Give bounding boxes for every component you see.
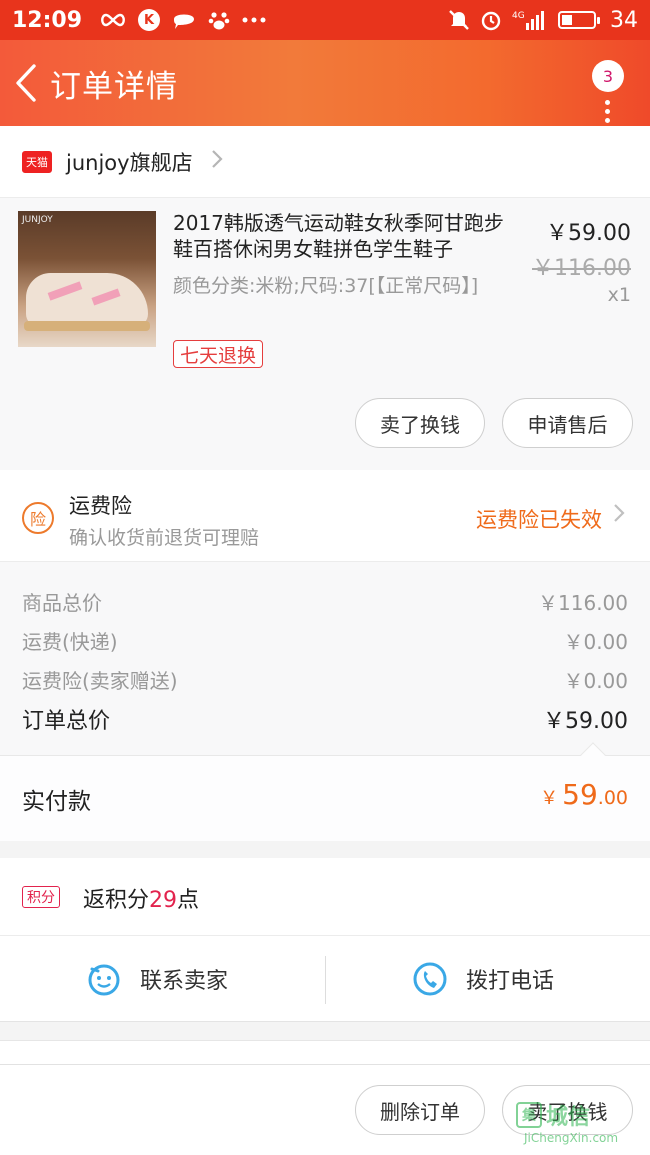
product-title: 2017韩版透气运动鞋女秋季阿甘跑步鞋百搭休闲男女鞋拼色学生鞋子 <box>173 211 504 261</box>
amount-paid-row: 实付款 ￥ 59 .00 <box>0 742 650 841</box>
alarm-clock-icon <box>480 9 502 31</box>
cost-row: 运费险(卖家赠送) ￥0.00 <box>22 665 628 694</box>
insurance-description: 确认收货前退货可理赔 <box>69 527 260 549</box>
paw-icon <box>208 9 230 31</box>
tmall-icon: 天猫 <box>22 150 52 173</box>
k-app-icon: K <box>138 9 161 31</box>
bottom-action-bar: 删除订单 卖了换钱 集城信 JiChengXin.com <box>0 1064 650 1155</box>
divider <box>325 956 326 1004</box>
contact-seller-label: 联系卖家 <box>140 969 229 994</box>
battery-icon <box>558 11 600 29</box>
vertical-dots-icon <box>605 100 611 127</box>
return-policy-tag: 七天退换 <box>173 340 264 368</box>
product-image-brand: JUNJOY <box>22 215 53 225</box>
signal-icon: 4G <box>512 9 548 31</box>
insurance-title: 运费险 <box>69 494 132 518</box>
more-dots-icon <box>242 17 266 23</box>
svg-text:4G: 4G <box>512 11 525 21</box>
watermark-logo: 集城信 JiChengXin.com <box>516 1099 646 1151</box>
infinity-icon <box>100 13 126 27</box>
page-title: 订单详情 <box>50 68 178 105</box>
points-row: 积分 返积分29点 <box>0 858 650 936</box>
cost-label: 运费(快递) <box>22 630 118 654</box>
cost-row: 运费(快递) ￥0.00 <box>22 626 628 655</box>
product-quantity: x1 <box>607 284 631 306</box>
cost-summary: 商品总价 ￥116.00 运费(快递) ￥0.00 运费险(卖家赠送) ￥0.0… <box>0 562 650 755</box>
delete-order-button[interactable]: 删除订单 <box>355 1085 485 1135</box>
insurance-status: 运费险已失效 <box>476 508 602 532</box>
product-card[interactable]: JUNJOY 2017韩版透气运动鞋女秋季阿甘跑步鞋百搭休闲男女鞋拼色学生鞋子 … <box>0 198 650 470</box>
amount-paid-label: 实付款 <box>22 789 91 815</box>
cost-label: 商品总价 <box>22 591 102 615</box>
chevron-left-icon <box>16 64 36 102</box>
back-button[interactable] <box>4 40 48 126</box>
cost-label: 运费险(卖家赠送) <box>22 669 178 693</box>
status-time: 12:09 <box>12 7 83 33</box>
battery-level: 34 <box>610 7 638 33</box>
contact-bar: 联系卖家 拨打电话 <box>0 936 650 1022</box>
order-total-value: ￥59.00 <box>543 709 628 734</box>
contact-seller-button[interactable]: 联系卖家 <box>86 936 228 1022</box>
cost-value: ￥116.00 <box>538 591 628 615</box>
points-tag: 积分 <box>22 886 60 908</box>
call-phone-button[interactable]: 拨打电话 <box>412 936 554 1022</box>
order-total-row: 订单总价 ￥59.00 <box>22 703 628 735</box>
divider <box>0 1040 650 1064</box>
status-bar: 12:09 K 4G 34 <box>0 0 650 40</box>
message-count-badge: 3 <box>592 60 624 92</box>
more-menu-button[interactable]: 3 <box>592 60 624 123</box>
mute-bell-icon <box>448 9 470 31</box>
chat-bubble-icon <box>172 10 196 30</box>
points-text: 返积分29点 <box>83 888 200 913</box>
phone-icon <box>413 962 447 996</box>
product-price: ￥59.00 <box>546 221 631 246</box>
cost-value: ￥0.00 <box>563 630 628 654</box>
product-image[interactable]: JUNJOY <box>18 211 156 347</box>
smiley-chat-icon <box>88 964 120 996</box>
points-value: 29 <box>149 888 178 913</box>
shipping-insurance-row[interactable]: 险 运费险 确认收货前退货可理赔 运费险已失效 <box>0 470 650 562</box>
chevron-right-icon <box>211 149 223 175</box>
product-spec: 颜色分类:米粉;尺码:37[【正常尺码】] <box>173 275 479 297</box>
order-total-label: 订单总价 <box>22 709 111 734</box>
after-sales-button[interactable]: 申请售后 <box>502 398 633 448</box>
call-phone-label: 拨打电话 <box>466 969 555 994</box>
header-bar: 订单详情 3 <box>0 40 650 126</box>
chevron-right-icon <box>613 503 625 529</box>
cost-row: 商品总价 ￥116.00 <box>22 587 628 616</box>
shop-name: junjoy旗舰店 <box>66 150 193 175</box>
insurance-icon: 险 <box>22 502 54 534</box>
sell-for-cash-button[interactable]: 卖了换钱 <box>355 398 485 448</box>
shop-row[interactable]: 天猫 junjoy旗舰店 <box>0 126 650 198</box>
cost-value: ￥0.00 <box>563 669 628 693</box>
product-original-price: ￥116.00 <box>532 256 631 281</box>
amount-paid-value: ￥ 59 .00 <box>540 778 628 811</box>
